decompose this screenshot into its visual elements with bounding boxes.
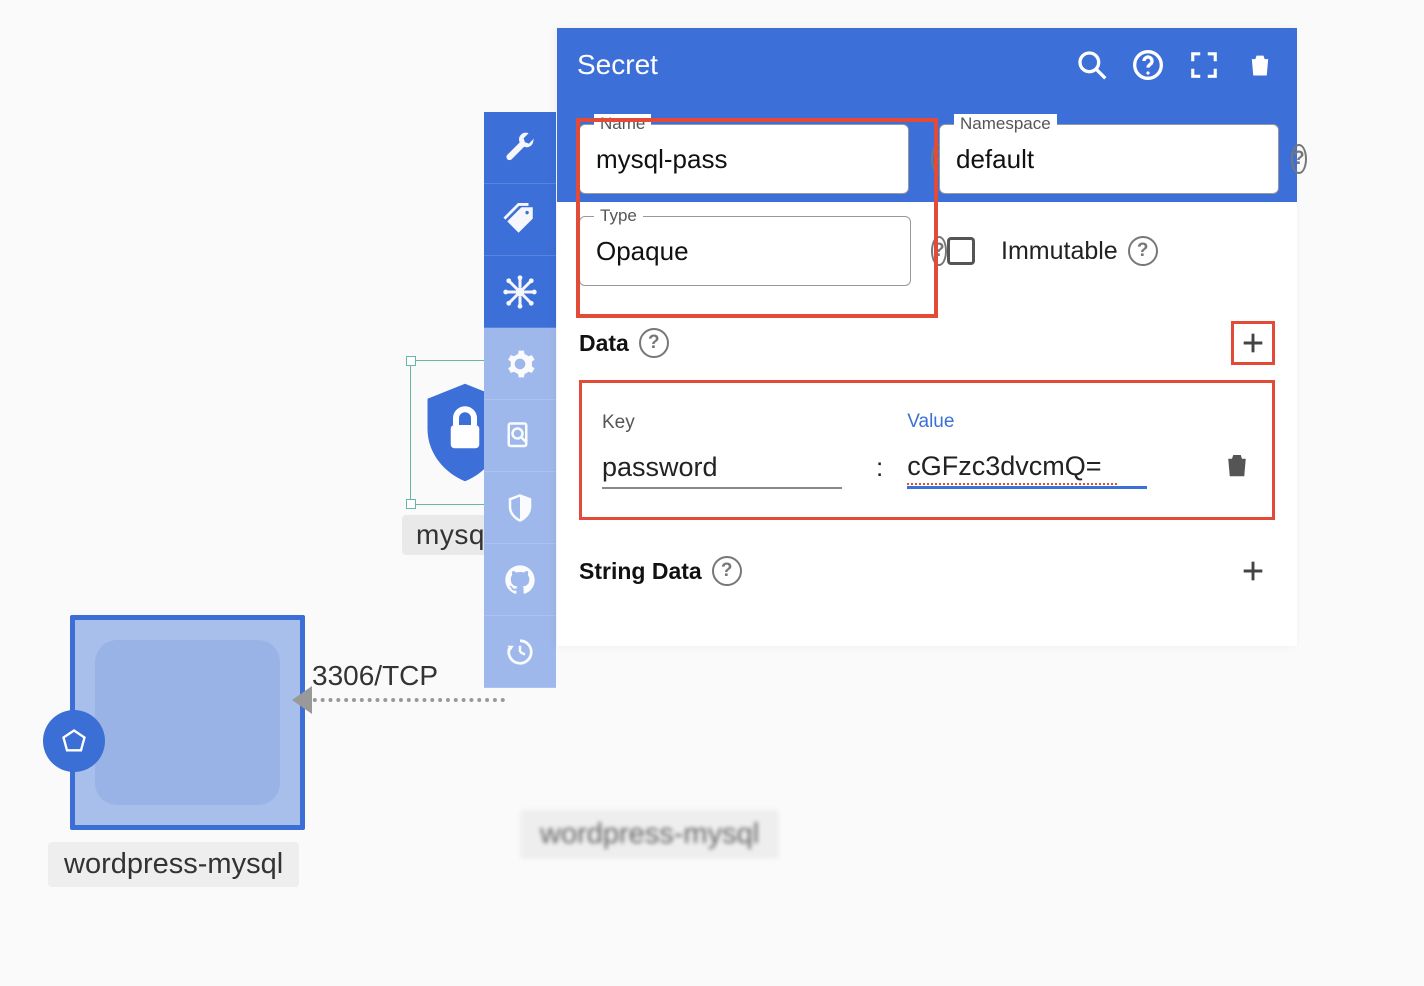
data-row: Key : Value xyxy=(579,380,1275,520)
add-string-data-button[interactable] xyxy=(1231,549,1275,593)
panel-header: Secret xyxy=(557,28,1297,102)
canvas-node-wordpress-mysql-label: wordpress-mysql xyxy=(48,842,299,887)
name-field[interactable]: Name ? xyxy=(579,124,909,194)
delete-row-button[interactable] xyxy=(1222,448,1252,487)
delete-icon[interactable] xyxy=(1243,48,1277,82)
canvas-node-wordpress-mysql[interactable] xyxy=(70,615,305,830)
string-data-section: String Data ? xyxy=(557,536,1297,606)
help-icon[interactable]: ? xyxy=(1291,144,1307,174)
metadata-band: Name ? Namespace ? xyxy=(557,102,1297,202)
toolbar-gear-button[interactable] xyxy=(484,328,556,400)
vertical-toolbar xyxy=(484,112,556,688)
panel-title: Secret xyxy=(577,49,1075,81)
data-section: Data ? Key : Value xyxy=(557,308,1297,530)
plus-icon xyxy=(1239,329,1267,357)
trash-icon xyxy=(1222,448,1252,482)
name-input[interactable] xyxy=(596,144,931,175)
colon-sep: : xyxy=(876,452,883,483)
key-input[interactable] xyxy=(602,450,842,489)
immutable-checkbox[interactable] xyxy=(947,237,975,265)
data-section-title: Data xyxy=(579,330,629,357)
toolbar-wrench-button[interactable] xyxy=(484,112,556,184)
help-icon[interactable]: ? xyxy=(639,328,669,358)
toolbar-graph-button[interactable] xyxy=(484,256,556,328)
value-label: Value xyxy=(907,411,1157,433)
help-icon[interactable]: ? xyxy=(1128,236,1158,266)
help-icon[interactable] xyxy=(1131,48,1165,82)
toolbar-shield-button[interactable] xyxy=(484,472,556,544)
immutable-label-text: Immutable xyxy=(1001,237,1118,266)
type-input[interactable] xyxy=(596,236,931,267)
value-input[interactable] xyxy=(907,449,1147,489)
namespace-input[interactable] xyxy=(956,144,1291,175)
type-field[interactable]: Type ? xyxy=(579,216,911,286)
string-data-title: String Data xyxy=(579,558,702,585)
toolbar-tags-button[interactable] xyxy=(484,184,556,256)
node-badge-icon xyxy=(43,710,105,772)
expand-icon[interactable] xyxy=(1187,48,1221,82)
help-icon[interactable]: ? xyxy=(712,556,742,586)
panel-body: Type ? Immutable ? Data ? Key xyxy=(557,216,1297,646)
node-inner xyxy=(95,640,280,805)
type-field-label: Type xyxy=(594,206,643,226)
toolbar-zoom-doc-button[interactable] xyxy=(484,400,556,472)
name-field-label: Name xyxy=(594,114,651,134)
connection-line xyxy=(305,698,505,702)
add-data-button[interactable] xyxy=(1231,321,1275,365)
secret-panel: Secret Name ? Namespace xyxy=(557,28,1297,646)
connection-port-label: 3306/TCP xyxy=(312,660,438,692)
plus-icon xyxy=(1239,557,1267,585)
search-icon[interactable] xyxy=(1075,48,1109,82)
namespace-field-label: Namespace xyxy=(954,114,1057,134)
key-label: Key xyxy=(602,412,852,434)
canvas-node-wordpress-mysql2-label: wordpress-mysql xyxy=(520,810,779,859)
toolbar-github-button[interactable] xyxy=(484,544,556,616)
immutable-label: Immutable ? xyxy=(1001,236,1158,266)
help-icon[interactable]: ? xyxy=(931,236,947,266)
connection-arrow-icon xyxy=(292,686,312,714)
toolbar-history-button[interactable] xyxy=(484,616,556,688)
namespace-field[interactable]: Namespace ? xyxy=(939,124,1279,194)
